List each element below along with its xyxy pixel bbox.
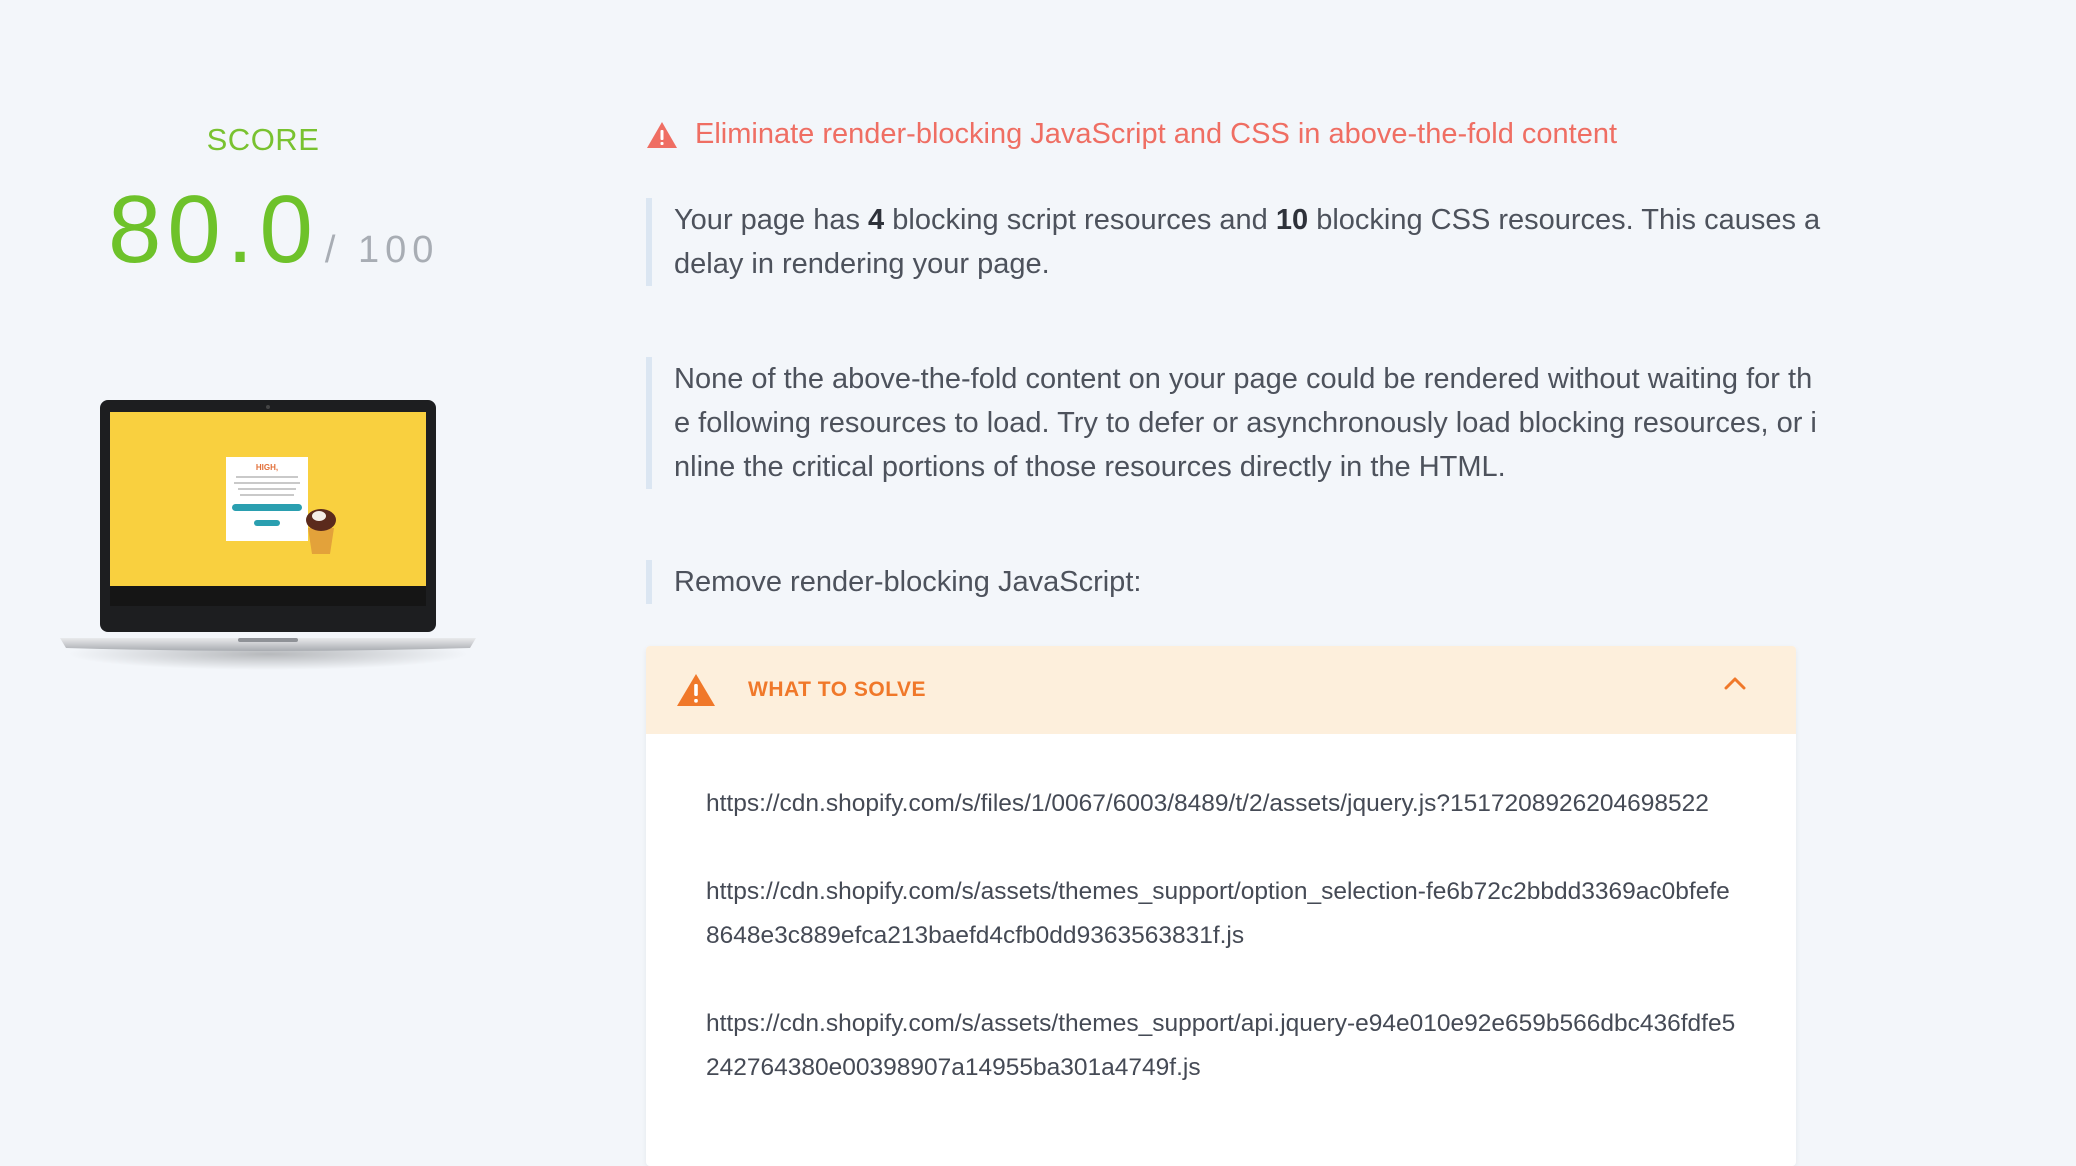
summary-text-pre: Your page has bbox=[674, 204, 869, 236]
score-max: / 100 bbox=[324, 229, 440, 271]
css-count: 10 bbox=[1275, 204, 1309, 236]
resource-url: https://cdn.shopify.com/s/assets/themes_… bbox=[706, 1010, 1736, 1081]
resource-url: https://cdn.shopify.com/s/assets/themes_… bbox=[706, 878, 1730, 949]
resource-url: https://cdn.shopify.com/s/files/1/0067/6… bbox=[706, 790, 1709, 817]
score-label: SCORE bbox=[206, 122, 320, 157]
issue-title-row: Eliminate render-blocking JavaScript and… bbox=[646, 118, 1617, 151]
what-to-solve-panel: WHAT TO SOLVE https://cdn.shopify.com/s/… bbox=[646, 646, 1796, 1166]
issue-detail: None of the above-the-fold content on yo… bbox=[646, 357, 1824, 489]
issue-summary: Your page has 4 blocking script resource… bbox=[646, 198, 1824, 286]
script-count: 4 bbox=[868, 204, 885, 236]
issue-title: Eliminate render-blocking JavaScript and… bbox=[695, 118, 1618, 150]
score-display: 80.0/ 100 bbox=[108, 175, 439, 285]
site-preview-laptop: HIGH, bbox=[60, 400, 476, 670]
section-label: Remove render-blocking JavaScript: bbox=[646, 560, 1824, 604]
what-to-solve-title: WHAT TO SOLVE bbox=[748, 678, 926, 701]
resource-list: https://cdn.shopify.com/s/files/1/0067/6… bbox=[646, 734, 1796, 1090]
chevron-up-icon[interactable] bbox=[1724, 676, 1746, 690]
summary-text-mid: blocking script resources and bbox=[884, 204, 1276, 236]
what-to-solve-header[interactable]: WHAT TO SOLVE bbox=[646, 646, 1796, 734]
preview-popup-heading: HIGH, bbox=[256, 463, 278, 472]
score-value: 80.0 bbox=[108, 176, 319, 283]
warning-triangle-icon bbox=[677, 674, 715, 706]
warning-triangle-icon bbox=[647, 121, 677, 148]
